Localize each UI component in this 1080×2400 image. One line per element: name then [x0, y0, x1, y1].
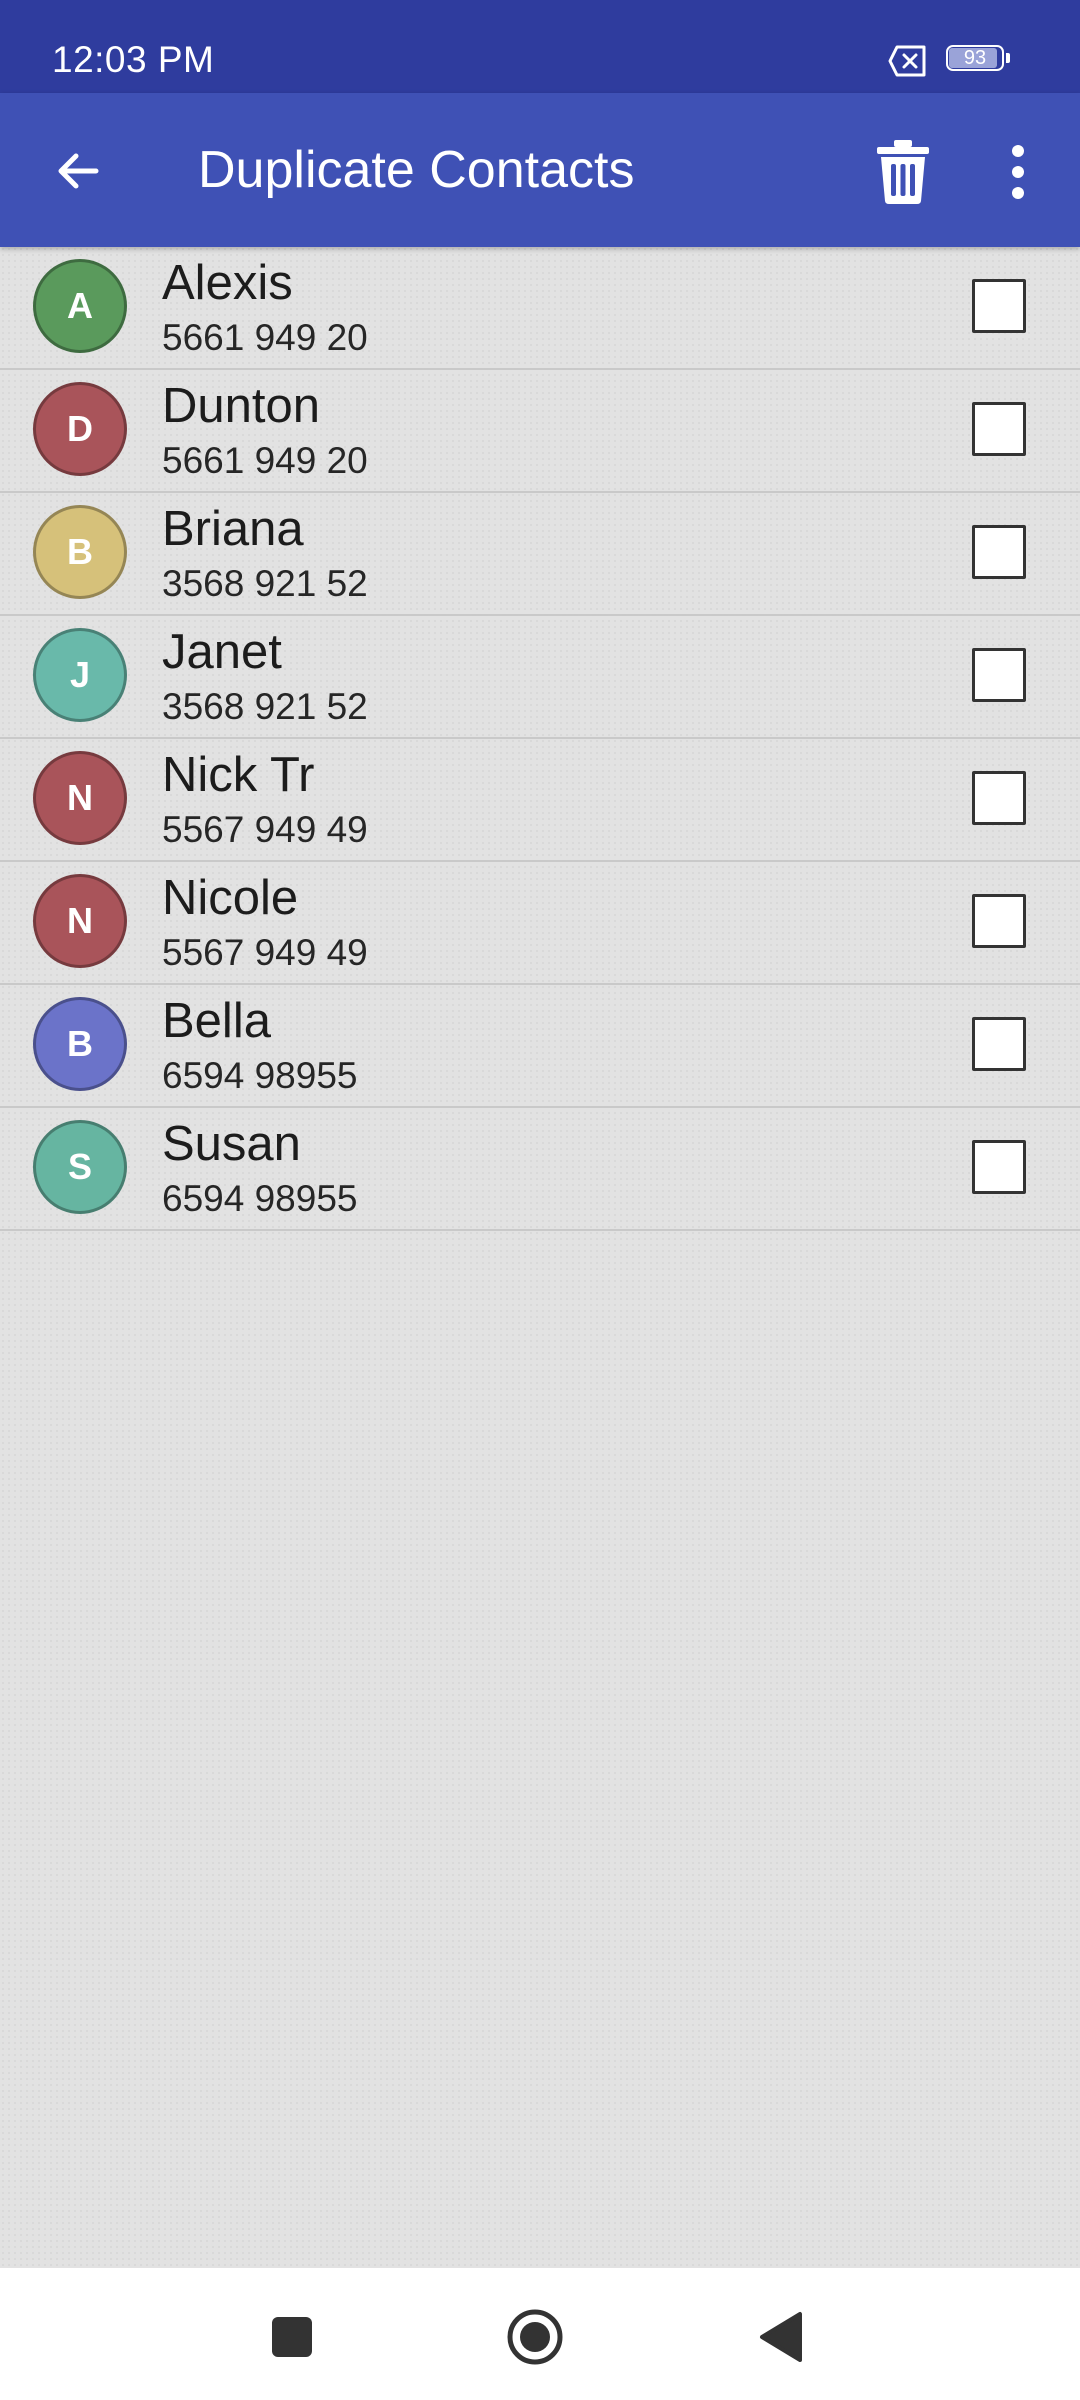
contact-avatar: B — [33, 997, 127, 1091]
contact-phone: 5661 949 20 — [162, 317, 368, 358]
back-arrow-icon — [58, 153, 99, 189]
contact-name: Janet — [162, 625, 282, 679]
contact-checkbox[interactable] — [972, 648, 1026, 702]
recents-button[interactable] — [270, 2315, 314, 2359]
contact-avatar: N — [33, 751, 127, 845]
back-triangle-icon[interactable] — [758, 2310, 804, 2364]
contact-name: Nicole — [162, 871, 299, 925]
app-bar: Duplicate Contacts — [0, 93, 1080, 247]
navigation-bar — [0, 2268, 1080, 2400]
contact-name: Alexis — [162, 256, 293, 310]
contact-checkbox[interactable] — [972, 279, 1026, 333]
home-circle-icon[interactable] — [506, 2308, 564, 2366]
contact-phone: 6594 98955 — [162, 1178, 358, 1219]
contact-row[interactable]: N Nicole 5567 949 49 — [0, 862, 1080, 985]
contact-phone: 5567 949 49 — [162, 809, 368, 850]
contact-phone: 6594 98955 — [162, 1055, 358, 1096]
contact-checkbox[interactable] — [972, 525, 1026, 579]
trash-icon — [877, 140, 929, 204]
battery-level: 93 — [963, 47, 987, 69]
status-time: 12:03 PM — [52, 39, 215, 80]
battery-icon: 93 — [946, 45, 1012, 75]
contact-avatar: J — [33, 628, 127, 722]
contact-phone: 3568 921 52 — [162, 563, 368, 604]
contact-avatar: D — [33, 382, 127, 476]
contact-row[interactable]: B Bella 6594 98955 — [0, 985, 1080, 1108]
more-options-button[interactable] — [990, 129, 1046, 215]
x-box-icon — [888, 45, 926, 77]
contact-phone: 5567 949 49 — [162, 932, 368, 973]
contact-row[interactable]: A Alexis 5661 949 20 — [0, 247, 1080, 370]
contact-phone: 3568 921 52 — [162, 686, 368, 727]
contact-name: Susan — [162, 1117, 301, 1171]
contact-avatar: N — [33, 874, 127, 968]
contact-avatar: S — [33, 1120, 127, 1214]
contact-name: Nick Tr — [162, 748, 315, 802]
contact-name: Briana — [162, 502, 304, 556]
contact-row[interactable]: D Dunton 5661 949 20 — [0, 370, 1080, 493]
contact-row[interactable]: S Susan 6594 98955 — [0, 1108, 1080, 1231]
contact-avatar: B — [33, 505, 127, 599]
contact-row[interactable]: B Briana 3568 921 52 — [0, 493, 1080, 616]
contact-checkbox[interactable] — [972, 894, 1026, 948]
more-vert-icon — [1012, 145, 1024, 199]
delete-button[interactable] — [860, 129, 946, 215]
contact-checkbox[interactable] — [972, 1140, 1026, 1194]
contact-row[interactable]: N Nick Tr 5567 949 49 — [0, 739, 1080, 862]
page-title: Duplicate Contacts — [198, 141, 635, 199]
recents-square-icon — [272, 2317, 312, 2357]
status-bar: 12:03 PM 93 — [0, 0, 1080, 93]
contact-checkbox[interactable] — [972, 1017, 1026, 1071]
contact-list: A Alexis 5661 949 20 D Dunton 5661 949 2… — [0, 247, 1080, 1231]
contact-name: Bella — [162, 994, 271, 1048]
contact-checkbox[interactable] — [972, 771, 1026, 825]
back-button[interactable] — [30, 131, 126, 211]
contact-name: Dunton — [162, 379, 321, 433]
contact-checkbox[interactable] — [972, 402, 1026, 456]
contact-phone: 5661 949 20 — [162, 440, 368, 481]
contact-row[interactable]: J Janet 3568 921 52 — [0, 616, 1080, 739]
contact-avatar: A — [33, 259, 127, 353]
